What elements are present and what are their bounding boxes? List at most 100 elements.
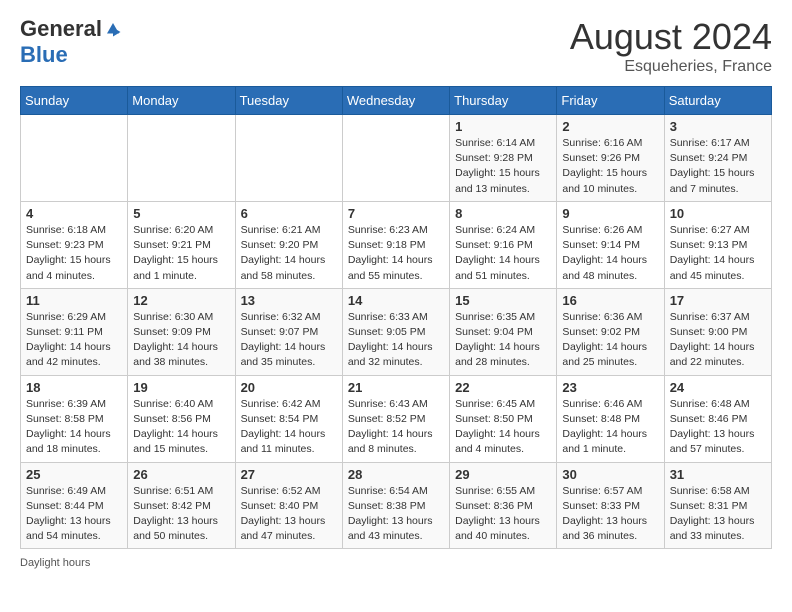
table-row: 3 Sunrise: 6:17 AM Sunset: 9:24 PM Daylig… xyxy=(664,115,771,202)
day-info: Sunrise: 6:55 AM Sunset: 8:36 PM Dayligh… xyxy=(455,484,551,545)
table-row: 22Sunrise: 6:45 AM Sunset: 8:50 PM Dayli… xyxy=(450,375,557,462)
day-info: Sunrise: 6:33 AM Sunset: 9:05 PM Dayligh… xyxy=(348,310,444,371)
day-number: 3 xyxy=(670,119,766,134)
table-row: 23Sunrise: 6:46 AM Sunset: 8:48 PM Dayli… xyxy=(557,375,664,462)
table-row: 12 Sunrise: 6:30 AM Sunset: 9:09 PM Dayli… xyxy=(128,288,235,375)
day-number: 21 xyxy=(348,380,444,395)
table-row: 17 Sunrise: 6:37 AM Sunset: 9:00 PM Dayli… xyxy=(664,288,771,375)
day-number: 10 xyxy=(670,206,766,221)
table-row: 25Sunrise: 6:49 AM Sunset: 8:44 PM Dayli… xyxy=(21,462,128,549)
calendar-week-2: 4Sunrise: 6:18 AM Sunset: 9:23 PM Daylig… xyxy=(21,201,772,288)
day-info: Sunrise: 6:37 AM Sunset: 9:00 PM Dayligh… xyxy=(670,310,766,371)
col-thursday: Thursday xyxy=(450,87,557,115)
day-number: 28 xyxy=(348,467,444,482)
day-number: 19 xyxy=(133,380,229,395)
table-row xyxy=(235,115,342,202)
table-row: 1 Sunrise: 6:14 AM Sunset: 9:28 PM Daylig… xyxy=(450,115,557,202)
day-number: 1 xyxy=(455,119,551,134)
day-number: 7 xyxy=(348,206,444,221)
day-number: 8 xyxy=(455,206,551,221)
day-info: Sunrise: 6:23 AM Sunset: 9:18 PM Dayligh… xyxy=(348,223,444,284)
table-row: 13 Sunrise: 6:32 AM Sunset: 9:07 PM Dayli… xyxy=(235,288,342,375)
day-number: 31 xyxy=(670,467,766,482)
day-info: Sunrise: 6:48 AM Sunset: 8:46 PM Dayligh… xyxy=(670,397,766,458)
day-info: Sunrise: 6:40 AM Sunset: 8:56 PM Dayligh… xyxy=(133,397,229,458)
day-info: Sunrise: 6:32 AM Sunset: 9:07 PM Dayligh… xyxy=(241,310,337,371)
table-row: 21 Sunrise: 6:43 AM Sunset: 8:52 PM Dayli… xyxy=(342,375,449,462)
table-row: 20 Sunrise: 6:42 AM Sunset: 8:54 PM Dayli… xyxy=(235,375,342,462)
day-info: Sunrise: 6:42 AM Sunset: 8:54 PM Dayligh… xyxy=(241,397,337,458)
day-info: Sunrise: 6:26 AM Sunset: 9:14 PM Dayligh… xyxy=(562,223,658,284)
table-row: 18 Sunrise: 6:39 AM Sunset: 8:58 PM Dayli… xyxy=(21,375,128,462)
day-info: Sunrise: 6:24 AM Sunset: 9:16 PM Dayligh… xyxy=(455,223,551,284)
day-number: 20 xyxy=(241,380,337,395)
day-number: 6 xyxy=(241,206,337,221)
day-info: Sunrise: 6:58 AM Sunset: 8:31 PM Dayligh… xyxy=(670,484,766,545)
day-info: Sunrise: 6:21 AM Sunset: 9:20 PM Dayligh… xyxy=(241,223,337,284)
table-row: 11Sunrise: 6:29 AM Sunset: 9:11 PM Dayli… xyxy=(21,288,128,375)
day-info: Sunrise: 6:45 AM Sunset: 8:50 PM Dayligh… xyxy=(455,397,551,458)
day-info: Sunrise: 6:29 AM Sunset: 9:11 PM Dayligh… xyxy=(26,310,122,371)
footer-note: Daylight hours xyxy=(20,557,772,569)
calendar-week-4: 18 Sunrise: 6:39 AM Sunset: 8:58 PM Dayli… xyxy=(21,375,772,462)
table-row: 14 Sunrise: 6:33 AM Sunset: 9:05 PM Dayli… xyxy=(342,288,449,375)
table-row: 26Sunrise: 6:51 AM Sunset: 8:42 PM Dayli… xyxy=(128,462,235,549)
table-row: 30Sunrise: 6:57 AM Sunset: 8:33 PM Dayli… xyxy=(557,462,664,549)
calendar-week-1: 1 Sunrise: 6:14 AM Sunset: 9:28 PM Daylig… xyxy=(21,115,772,202)
table-row: 29 Sunrise: 6:55 AM Sunset: 8:36 PM Dayli… xyxy=(450,462,557,549)
logo-blue-text: Blue xyxy=(20,42,68,67)
col-saturday: Saturday xyxy=(664,87,771,115)
logo-general-text: General xyxy=(20,16,102,42)
table-row: 7 Sunrise: 6:23 AM Sunset: 9:18 PM Daylig… xyxy=(342,201,449,288)
table-row: 27 Sunrise: 6:52 AM Sunset: 8:40 PM Dayli… xyxy=(235,462,342,549)
table-row: 16Sunrise: 6:36 AM Sunset: 9:02 PM Dayli… xyxy=(557,288,664,375)
day-number: 2 xyxy=(562,119,658,134)
day-info: Sunrise: 6:14 AM Sunset: 9:28 PM Dayligh… xyxy=(455,136,551,197)
calendar-table: Sunday Monday Tuesday Wednesday Thursday… xyxy=(20,86,772,549)
day-number: 14 xyxy=(348,293,444,308)
day-info: Sunrise: 6:52 AM Sunset: 8:40 PM Dayligh… xyxy=(241,484,337,545)
page-header: General Blue August 2024 Esqueheries, Fr… xyxy=(20,16,772,76)
day-info: Sunrise: 6:30 AM Sunset: 9:09 PM Dayligh… xyxy=(133,310,229,371)
month-year-title: August 2024 xyxy=(570,16,772,58)
day-number: 13 xyxy=(241,293,337,308)
col-monday: Monday xyxy=(128,87,235,115)
day-number: 17 xyxy=(670,293,766,308)
day-info: Sunrise: 6:27 AM Sunset: 9:13 PM Dayligh… xyxy=(670,223,766,284)
col-tuesday: Tuesday xyxy=(235,87,342,115)
day-number: 5 xyxy=(133,206,229,221)
table-row: 8 Sunrise: 6:24 AM Sunset: 9:16 PM Daylig… xyxy=(450,201,557,288)
table-row xyxy=(21,115,128,202)
day-number: 15 xyxy=(455,293,551,308)
table-row: 2Sunrise: 6:16 AM Sunset: 9:26 PM Daylig… xyxy=(557,115,664,202)
table-row xyxy=(128,115,235,202)
day-info: Sunrise: 6:18 AM Sunset: 9:23 PM Dayligh… xyxy=(26,223,122,284)
day-info: Sunrise: 6:54 AM Sunset: 8:38 PM Dayligh… xyxy=(348,484,444,545)
title-block: August 2024 Esqueheries, France xyxy=(570,16,772,76)
day-info: Sunrise: 6:17 AM Sunset: 9:24 PM Dayligh… xyxy=(670,136,766,197)
day-number: 9 xyxy=(562,206,658,221)
table-row: 15Sunrise: 6:35 AM Sunset: 9:04 PM Dayli… xyxy=(450,288,557,375)
table-row: 6 Sunrise: 6:21 AM Sunset: 9:20 PM Daylig… xyxy=(235,201,342,288)
table-row: 19 Sunrise: 6:40 AM Sunset: 8:56 PM Dayli… xyxy=(128,375,235,462)
table-row: 10 Sunrise: 6:27 AM Sunset: 9:13 PM Dayli… xyxy=(664,201,771,288)
day-info: Sunrise: 6:39 AM Sunset: 8:58 PM Dayligh… xyxy=(26,397,122,458)
day-info: Sunrise: 6:51 AM Sunset: 8:42 PM Dayligh… xyxy=(133,484,229,545)
calendar-week-3: 11Sunrise: 6:29 AM Sunset: 9:11 PM Dayli… xyxy=(21,288,772,375)
calendar-week-5: 25Sunrise: 6:49 AM Sunset: 8:44 PM Dayli… xyxy=(21,462,772,549)
day-info: Sunrise: 6:46 AM Sunset: 8:48 PM Dayligh… xyxy=(562,397,658,458)
day-info: Sunrise: 6:49 AM Sunset: 8:44 PM Dayligh… xyxy=(26,484,122,545)
day-number: 18 xyxy=(26,380,122,395)
day-number: 29 xyxy=(455,467,551,482)
col-wednesday: Wednesday xyxy=(342,87,449,115)
table-row: 28 Sunrise: 6:54 AM Sunset: 8:38 PM Dayli… xyxy=(342,462,449,549)
logo-icon xyxy=(104,20,122,38)
table-row xyxy=(342,115,449,202)
table-row: 9 Sunrise: 6:26 AM Sunset: 9:14 PM Daylig… xyxy=(557,201,664,288)
table-row: 31 Sunrise: 6:58 AM Sunset: 8:31 PM Dayli… xyxy=(664,462,771,549)
day-info: Sunrise: 6:36 AM Sunset: 9:02 PM Dayligh… xyxy=(562,310,658,371)
day-number: 12 xyxy=(133,293,229,308)
day-info: Sunrise: 6:43 AM Sunset: 8:52 PM Dayligh… xyxy=(348,397,444,458)
day-number: 27 xyxy=(241,467,337,482)
table-row: 5Sunrise: 6:20 AM Sunset: 9:21 PM Daylig… xyxy=(128,201,235,288)
